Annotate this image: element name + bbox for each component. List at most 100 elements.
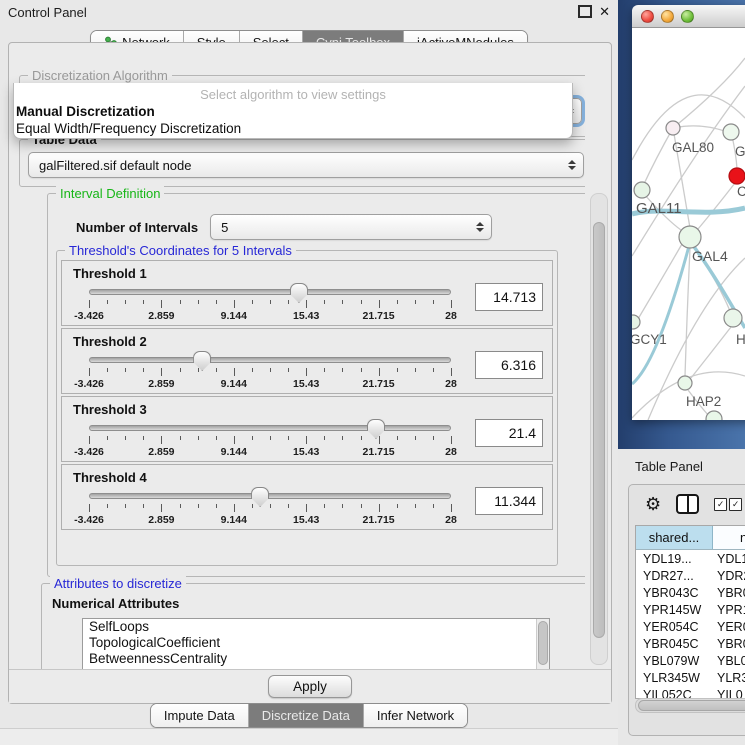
number-of-intervals-combobox[interactable]: 5 bbox=[210, 214, 492, 240]
attribute-item[interactable]: BetweennessCentrality bbox=[83, 651, 549, 667]
threshold-slider[interactable]: -3.4262.8599.14415.4321.71528 bbox=[89, 351, 451, 391]
table-cell: YDL1 bbox=[712, 552, 745, 566]
network-node[interactable] bbox=[678, 376, 692, 390]
table-cell: YBL0 bbox=[712, 654, 745, 668]
scale-tick-label: 15.43 bbox=[293, 514, 319, 526]
table-panel: Table Panel ⚙ ✓ ✓ shared... na YDL19...Y… bbox=[618, 449, 745, 745]
network-node[interactable] bbox=[666, 121, 680, 135]
threshold-value-field[interactable]: 21.4 bbox=[475, 419, 543, 447]
scale-tick-label: 28 bbox=[445, 310, 457, 322]
table-cell: YBR043C bbox=[636, 586, 712, 600]
network-window-titlebar[interactable] bbox=[632, 5, 745, 28]
close-traffic-light-icon[interactable] bbox=[641, 10, 654, 23]
network-node[interactable] bbox=[723, 124, 739, 140]
scrollbar-thumb[interactable] bbox=[638, 700, 745, 711]
gear-icon[interactable]: ⚙ bbox=[645, 495, 661, 513]
desktop-area: GAL80 GA GAL11 C GAL4 GCY1 H HAP2 Table … bbox=[618, 0, 745, 745]
close-icon[interactable]: ✕ bbox=[599, 5, 610, 18]
attributes-scrollbar[interactable] bbox=[536, 619, 549, 669]
table-row[interactable]: YBR045CYBR0 bbox=[636, 635, 745, 652]
table-row[interactable]: YPR145WYPR1 bbox=[636, 601, 745, 618]
group-title: Discretization Algorithm bbox=[28, 68, 172, 83]
threshold-panel: Threshold 3 -3.4262.8599.14415.4321.7152… bbox=[61, 396, 553, 462]
scrollbar-thumb[interactable] bbox=[593, 222, 605, 638]
table-cell: YLR345W bbox=[636, 671, 712, 685]
network-node[interactable] bbox=[724, 309, 742, 327]
table-data-combobox[interactable]: galFiltered.sif default node bbox=[28, 152, 584, 178]
threshold-label: Threshold 4 bbox=[73, 470, 543, 485]
node-label: GAL80 bbox=[672, 140, 714, 155]
slider-scale-labels: -3.4262.8599.14415.4321.71528 bbox=[89, 514, 451, 526]
table-row[interactable]: YBR043CYBR0 bbox=[636, 584, 745, 601]
scale-tick-label: -3.426 bbox=[74, 378, 104, 390]
network-node[interactable] bbox=[634, 182, 650, 198]
table-horizontal-scrollbar[interactable] bbox=[635, 698, 745, 713]
bottom-tab-infer-network[interactable]: Infer Network bbox=[364, 704, 467, 727]
attribute-item[interactable]: SelfLoops bbox=[83, 619, 549, 635]
column-header-name[interactable]: na bbox=[713, 526, 745, 549]
slider-track[interactable] bbox=[89, 357, 451, 363]
algorithm-item-manual-discretization[interactable]: Manual Discretization bbox=[14, 103, 572, 120]
table-row[interactable]: YDR27...YDR2 bbox=[636, 567, 745, 584]
table-row[interactable]: YER054CYER0 bbox=[636, 618, 745, 635]
scale-tick-label: 2.859 bbox=[148, 514, 174, 526]
apply-button[interactable]: Apply bbox=[268, 675, 352, 698]
threshold-slider[interactable]: -3.4262.8599.14415.4321.71528 bbox=[89, 283, 451, 323]
split-columns-icon[interactable] bbox=[676, 494, 699, 514]
network-node[interactable] bbox=[632, 315, 640, 329]
slider-scale-labels: -3.4262.8599.14415.4321.71528 bbox=[89, 446, 451, 458]
group-title: Interval Definition bbox=[56, 186, 164, 201]
threshold-slider[interactable]: -3.4262.8599.14415.4321.71528 bbox=[89, 419, 451, 459]
network-node-selected[interactable] bbox=[729, 168, 745, 184]
scale-tick-label: -3.426 bbox=[74, 514, 104, 526]
threshold-slider[interactable]: -3.4262.8599.14415.4321.71528 bbox=[89, 487, 451, 527]
attribute-item[interactable]: TopologicalCoefficient bbox=[83, 635, 549, 651]
control-panel: Control Panel ✕ NetworkStyleSelectCyni T… bbox=[0, 0, 619, 745]
numerical-attributes-list[interactable]: SelfLoopsTopologicalCoefficientBetweenne… bbox=[82, 618, 550, 669]
scale-tick-label: 9.144 bbox=[221, 446, 247, 458]
network-node[interactable] bbox=[706, 411, 722, 420]
table-header-row: shared... na bbox=[636, 526, 745, 550]
float-window-icon[interactable] bbox=[578, 5, 592, 18]
table-cell: YER054C bbox=[636, 620, 712, 634]
slider-track[interactable] bbox=[89, 425, 451, 431]
table-cell: YBR045C bbox=[636, 637, 712, 651]
settings-vertical-scrollbar[interactable] bbox=[590, 193, 608, 665]
threshold-value-field[interactable]: 11.344 bbox=[475, 487, 543, 515]
network-node[interactable] bbox=[679, 226, 701, 248]
scale-tick-label: 9.144 bbox=[221, 514, 247, 526]
bottom-tab-discretize-data[interactable]: Discretize Data bbox=[249, 704, 364, 727]
threshold-panel: Threshold 1 -3.4262.8599.14415.4321.7152… bbox=[61, 260, 553, 326]
scrollbar-thumb[interactable] bbox=[538, 621, 548, 665]
table-row[interactable]: YBL079WYBL0 bbox=[636, 652, 745, 669]
slider-track[interactable] bbox=[89, 493, 451, 499]
panel-title: Control Panel bbox=[8, 5, 87, 20]
scale-tick-label: 9.144 bbox=[221, 378, 247, 390]
table-cell: YBR0 bbox=[712, 637, 745, 651]
slider-track[interactable] bbox=[89, 289, 451, 295]
slider-scale-labels: -3.4262.8599.14415.4321.71528 bbox=[89, 378, 451, 390]
slider-ticks bbox=[89, 436, 451, 445]
tab-label: Discretize Data bbox=[262, 708, 350, 723]
zoom-traffic-light-icon[interactable] bbox=[681, 10, 694, 23]
table-cell: YBR0 bbox=[712, 586, 745, 600]
node-label: GCY1 bbox=[632, 332, 667, 347]
cyni-mode-tab-bar: Impute Data Discretize Data Infer Network bbox=[150, 703, 468, 728]
checkbox-icon[interactable]: ✓ bbox=[714, 498, 727, 511]
interval-definition-group: Interval Definition Number of Intervals … bbox=[47, 193, 585, 577]
column-header-shared-name[interactable]: shared... bbox=[636, 526, 713, 549]
algorithm-item-equal-width-frequency[interactable]: Equal Width/Frequency Discretization bbox=[14, 120, 572, 137]
checkbox-icon[interactable]: ✓ bbox=[729, 498, 742, 511]
threshold-value-field[interactable]: 6.316 bbox=[475, 351, 543, 379]
scale-tick-label: 2.859 bbox=[148, 446, 174, 458]
minimize-traffic-light-icon[interactable] bbox=[661, 10, 674, 23]
bottom-strip bbox=[0, 728, 618, 745]
threshold-value-field[interactable]: 14.713 bbox=[475, 283, 543, 311]
slider-scale-labels: -3.4262.8599.14415.4321.71528 bbox=[89, 310, 451, 322]
table-cell: YDL19... bbox=[636, 552, 712, 566]
network-canvas[interactable]: GAL80 GA GAL11 C GAL4 GCY1 H HAP2 bbox=[632, 28, 745, 420]
bottom-tab-impute-data[interactable]: Impute Data bbox=[151, 704, 249, 727]
scale-tick-label: 2.859 bbox=[148, 378, 174, 390]
table-row[interactable]: YDL19...YDL1 bbox=[636, 550, 745, 567]
table-row[interactable]: YLR345WYLR3 bbox=[636, 669, 745, 686]
